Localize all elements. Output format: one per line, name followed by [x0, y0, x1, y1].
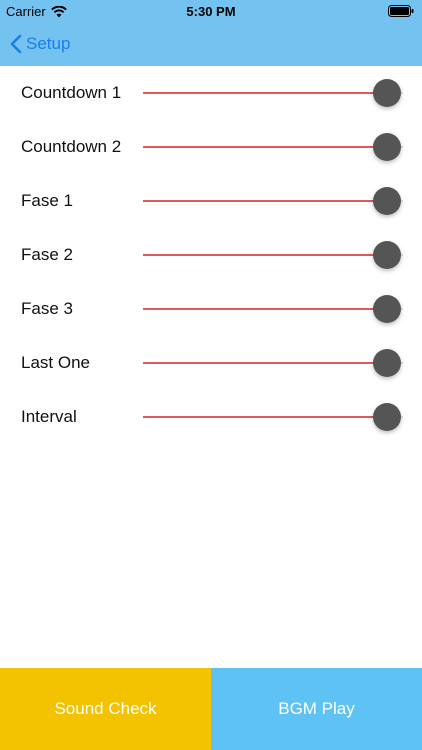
back-label: Setup: [26, 34, 71, 53]
setting-label: Countdown 2: [21, 137, 122, 156]
bgm-play-button[interactable]: BGM Play: [211, 668, 422, 750]
setting-row-fase-3: Fase 3: [0, 282, 422, 336]
volume-slider[interactable]: [143, 240, 403, 270]
slider-fill: [143, 92, 388, 94]
slider-fill: [143, 200, 388, 202]
bottom-button-bar: Sound Check BGM Play: [0, 668, 422, 750]
chevron-left-icon: [10, 34, 22, 54]
back-button[interactable]: Setup: [10, 32, 70, 56]
battery-icon: [388, 5, 414, 17]
setting-label: Fase 3: [21, 299, 73, 318]
slider-fill: [143, 146, 388, 148]
volume-slider[interactable]: [143, 132, 403, 162]
setting-row-countdown-2: Countdown 2: [0, 120, 422, 174]
slider-thumb[interactable]: [373, 187, 402, 215]
volume-slider[interactable]: [143, 294, 403, 324]
setting-row-fase-2: Fase 2: [0, 228, 422, 282]
slider-thumb[interactable]: [373, 241, 402, 269]
volume-slider[interactable]: [143, 348, 403, 378]
volume-slider[interactable]: [143, 186, 403, 216]
setting-label: Fase 2: [21, 245, 73, 264]
settings-list: Countdown 1 Countdown 2 Fase 1 Fase 2 Fa…: [0, 66, 422, 444]
slider-thumb[interactable]: [373, 295, 402, 323]
slider-fill: [143, 308, 388, 310]
setting-row-interval: Interval: [0, 390, 422, 444]
volume-slider[interactable]: [143, 402, 403, 432]
slider-thumb[interactable]: [373, 349, 402, 377]
setting-label: Fase 1: [21, 191, 73, 210]
setting-label: Last One: [21, 353, 90, 372]
setting-label: Interval: [21, 407, 77, 426]
slider-thumb[interactable]: [373, 79, 402, 107]
status-time: 5:30 PM: [186, 4, 236, 19]
slider-thumb[interactable]: [373, 403, 402, 431]
slider-fill: [143, 416, 388, 418]
setting-label: Countdown 1: [21, 83, 122, 102]
setting-row-last-one: Last One: [0, 336, 422, 390]
slider-fill: [143, 362, 388, 364]
sound-check-button[interactable]: Sound Check: [0, 668, 211, 750]
slider-fill: [143, 254, 388, 256]
navigation-bar: Setup: [0, 22, 422, 66]
volume-slider[interactable]: [143, 78, 403, 108]
status-bar: Carrier 5:30 PM: [0, 0, 422, 22]
setting-row-countdown-1: Countdown 1: [0, 66, 422, 120]
slider-thumb[interactable]: [373, 133, 402, 161]
setting-row-fase-1: Fase 1: [0, 174, 422, 228]
